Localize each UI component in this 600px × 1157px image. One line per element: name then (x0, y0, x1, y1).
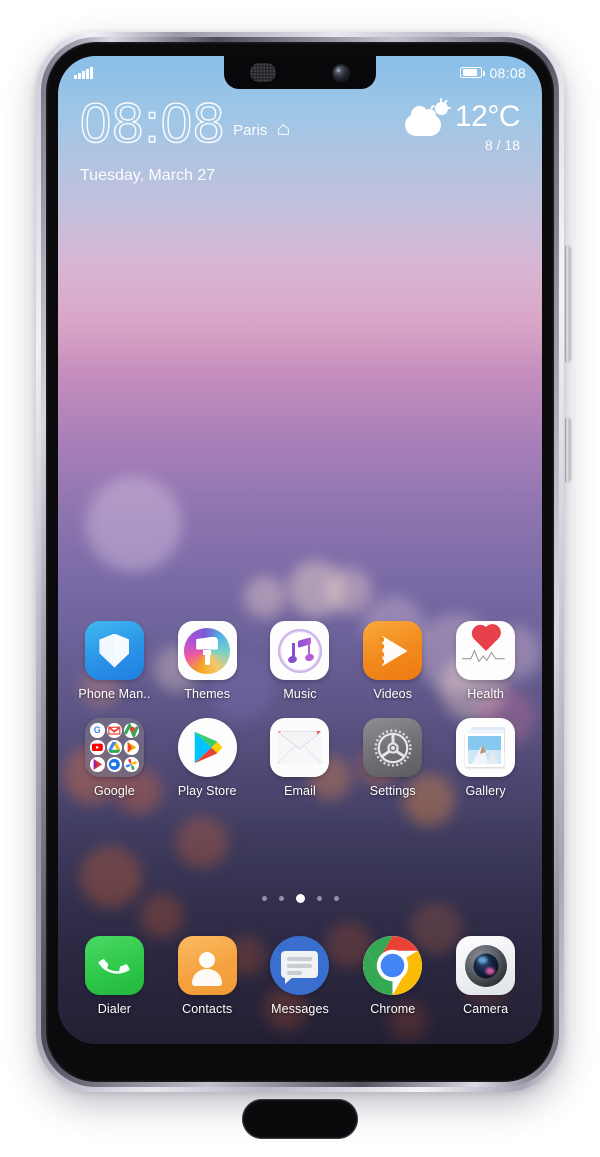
google-folder-icon: G (84, 718, 144, 777)
app-row-2: G Google Play Store Email Settings Galle… (58, 718, 542, 798)
display-notch (224, 56, 376, 89)
app-label: Email (284, 784, 316, 798)
app-email[interactable]: Email (254, 718, 347, 798)
status-bar-left (74, 66, 93, 79)
camera-lens-icon (456, 936, 516, 995)
weather-widget[interactable]: 12°C 8 / 18 (404, 98, 521, 153)
youtube-icon (89, 740, 105, 755)
battery-icon (460, 67, 486, 78)
dock: Dialer Contacts Messages Chrome Camera (58, 936, 542, 1016)
clock-weather-widget[interactable]: 08:08 Paris 12°C 8 / 18 Tuesday, March 2… (58, 91, 542, 185)
phone-handset-icon (84, 936, 144, 995)
drive-icon (107, 740, 122, 755)
app-settings[interactable]: Settings (346, 718, 439, 798)
app-label: Contacts (182, 1002, 233, 1016)
duo-icon (107, 757, 122, 772)
speaker-grille-icon (250, 63, 276, 82)
app-dialer[interactable]: Dialer (68, 936, 161, 1016)
heart-ecg-icon (456, 621, 516, 680)
app-row-1: Phone Man.. Themes Music Videos Health (58, 621, 542, 701)
app-label: Gallery (465, 784, 506, 798)
clock-city: Paris (233, 122, 289, 140)
bokeh-light (244, 576, 286, 618)
weather-temperature: 12°C (454, 100, 521, 133)
page-indicator[interactable] (58, 894, 542, 903)
status-bar-time: 08:08 (489, 64, 526, 81)
bokeh-light (86, 476, 182, 572)
page-dot[interactable] (333, 896, 339, 901)
bokeh-light (326, 568, 372, 614)
shield-icon (84, 621, 144, 680)
clock-time: 08:08 (79, 91, 226, 154)
page-dot[interactable] (278, 896, 284, 901)
clock-block[interactable]: 08:08 Paris (79, 91, 290, 154)
status-bar-right: 08:08 (460, 65, 526, 81)
app-chrome[interactable]: Chrome (346, 936, 439, 1016)
app-messages[interactable]: Messages (254, 936, 347, 1016)
photo-stack-icon (456, 718, 516, 777)
app-grid: Phone Man.. Themes Music Videos Health G… (58, 621, 542, 798)
home-icon (277, 123, 290, 140)
front-camera-icon (332, 64, 350, 82)
app-label: Phone Man.. (78, 687, 151, 701)
app-label: Themes (184, 687, 231, 701)
app-health[interactable]: Health (439, 621, 532, 701)
bokeh-light (176, 816, 228, 868)
message-bubble-icon (270, 936, 330, 995)
volume-rocker-button[interactable] (565, 246, 570, 362)
app-music[interactable]: Music (254, 621, 347, 701)
play-movies-icon (89, 757, 105, 772)
app-label: Music (283, 687, 317, 701)
signal-bars-icon (74, 66, 93, 79)
paintbrush-icon (177, 621, 237, 680)
widget-date: Tuesday, March 27 (80, 167, 216, 184)
app-label: Videos (373, 687, 413, 701)
app-contacts[interactable]: Contacts (161, 936, 254, 1016)
chrome-icon (363, 936, 423, 995)
app-label: Camera (463, 1002, 509, 1016)
play-music-icon (124, 740, 139, 755)
app-gallery[interactable]: Gallery (439, 718, 532, 798)
app-camera[interactable]: Camera (439, 936, 532, 1016)
dock-row: Dialer Contacts Messages Chrome Camera (58, 936, 542, 1016)
gmail-icon (107, 723, 122, 738)
app-themes[interactable]: Themes (161, 621, 254, 701)
page-dot[interactable] (261, 896, 267, 901)
music-note-icon (270, 621, 330, 680)
person-icon (177, 936, 237, 995)
gear-icon (363, 718, 423, 777)
app-label: Settings (369, 784, 416, 798)
play-film-icon (363, 621, 423, 680)
app-play-store[interactable]: Play Store (161, 718, 254, 798)
app-label: Play Store (177, 784, 237, 798)
google-icon: G (89, 723, 105, 738)
home-button-fingerprint[interactable] (242, 1099, 358, 1139)
app-label: Dialer (97, 1002, 132, 1016)
envelope-icon (270, 718, 330, 777)
page-dot-active[interactable] (295, 894, 305, 903)
play-store-icon (177, 718, 237, 777)
app-label: Chrome (370, 1002, 416, 1016)
app-google-folder[interactable]: G Google (68, 718, 161, 798)
phone-screen: 08:08 08:08 Paris 12°C 8 / 18 Tuesday, M… (58, 56, 542, 1044)
screenshot-root: 08:08 08:08 Paris 12°C 8 / 18 Tuesday, M… (0, 0, 600, 1157)
app-label: Health (467, 687, 504, 701)
clock-city-label: Paris (233, 121, 268, 139)
page-dot[interactable] (316, 896, 322, 901)
maps-icon (124, 723, 139, 738)
power-button[interactable] (565, 418, 570, 482)
photos-icon (124, 757, 139, 772)
app-label: Messages (271, 1002, 329, 1016)
app-label: Google (93, 784, 135, 798)
app-videos[interactable]: Videos (346, 621, 439, 701)
partly-cloudy-icon (404, 98, 451, 136)
app-phone-manager[interactable]: Phone Man.. (68, 621, 161, 701)
weather-range: 8 / 18 (484, 137, 520, 153)
